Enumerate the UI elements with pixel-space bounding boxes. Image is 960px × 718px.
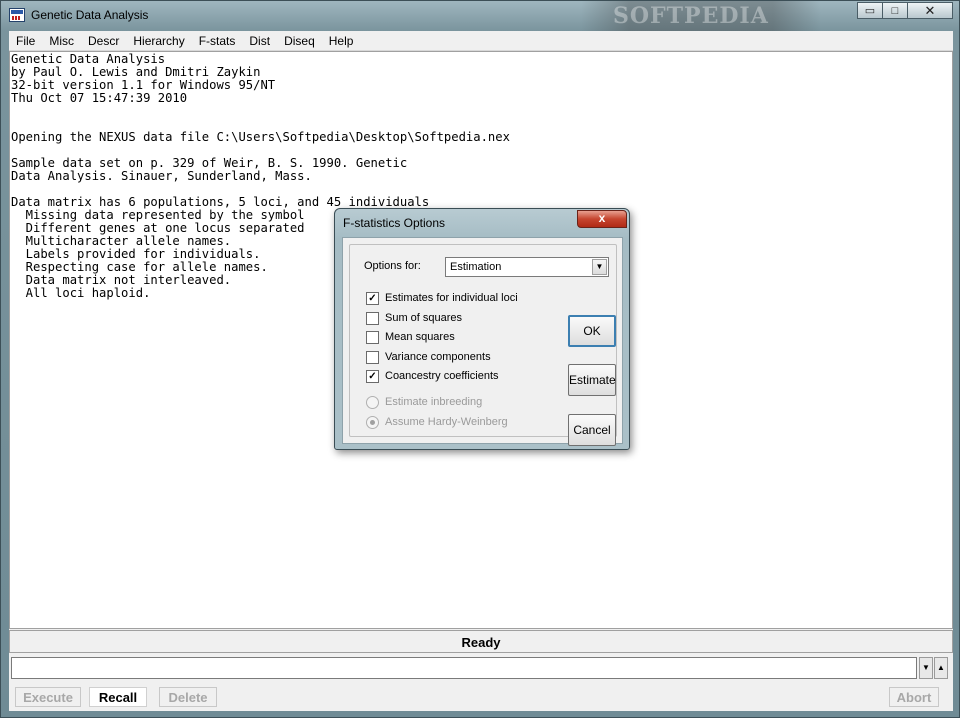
checkbox-estimates-individual-loci[interactable]: ✓ Estimates for individual loci: [366, 290, 518, 306]
chevron-down-icon: ▼: [922, 663, 930, 672]
checkbox-variance-components[interactable]: Variance components: [366, 349, 491, 365]
menu-file[interactable]: File: [9, 31, 42, 50]
chevron-down-icon[interactable]: ▼: [592, 259, 607, 275]
command-button-bar: Execute Recall Delete Abort: [9, 683, 953, 711]
window-title: Genetic Data Analysis: [31, 8, 149, 22]
checkbox[interactable]: [366, 350, 379, 364]
menu-fstats[interactable]: F-stats: [192, 31, 243, 50]
cancel-button[interactable]: Cancel: [568, 414, 616, 446]
close-icon: ✕: [924, 2, 936, 18]
close-button[interactable]: ✕: [907, 2, 953, 19]
checkbox[interactable]: ✓: [366, 369, 379, 383]
radio-label: Estimate inbreeding: [385, 396, 483, 408]
scroll-up-button[interactable]: ▲: [934, 657, 948, 679]
menu-dist[interactable]: Dist: [242, 31, 277, 50]
maximize-button[interactable]: □: [882, 2, 908, 19]
menu-hierarchy[interactable]: Hierarchy: [126, 31, 191, 50]
recall-button[interactable]: Recall: [89, 687, 147, 707]
options-for-value: Estimation: [450, 261, 502, 273]
caption-buttons: ▭ □ ✕: [857, 2, 953, 19]
checkbox[interactable]: ✓: [366, 291, 379, 305]
checkbox-label: Mean squares: [385, 331, 455, 343]
radio-estimate-inbreeding[interactable]: Estimate inbreeding: [366, 394, 482, 410]
checkbox-label: Coancestry coefficients: [385, 370, 499, 382]
checkbox-coancestry-coefficients[interactable]: ✓ Coancestry coefficients: [366, 368, 499, 384]
ok-button[interactable]: OK: [568, 315, 616, 347]
minimize-icon: ▭: [864, 5, 876, 17]
menu-diseq[interactable]: Diseq: [277, 31, 322, 50]
dialog-body: Options for: Estimation ▼ ✓ Estimates fo…: [342, 237, 623, 446]
dropdown-button[interactable]: ▼: [919, 657, 933, 679]
maximize-icon: □: [891, 4, 899, 17]
options-for-select[interactable]: Estimation ▼: [445, 257, 609, 277]
radio-assume-hardy-weinberg[interactable]: Assume Hardy-Weinberg: [366, 414, 508, 430]
status-text: Ready: [461, 635, 501, 650]
softpedia-watermark: SOFTPEDIA: [581, 1, 821, 31]
checkbox-label: Sum of squares: [385, 312, 463, 324]
delete-button[interactable]: Delete: [159, 687, 217, 707]
menu-descr[interactable]: Descr: [81, 31, 126, 50]
checkbox-label: Variance components: [385, 351, 491, 363]
checkbox[interactable]: [366, 311, 379, 325]
abort-button[interactable]: Abort: [889, 687, 939, 707]
fstats-options-dialog: F-statistics Options x Options for: Esti…: [334, 208, 630, 450]
dialog-title: F-statistics Options: [343, 216, 446, 230]
checkbox[interactable]: [366, 330, 379, 344]
close-icon: x: [598, 211, 606, 225]
radio-label: Assume Hardy-Weinberg: [385, 416, 508, 428]
menu-help[interactable]: Help: [322, 31, 361, 50]
status-bar: Ready: [9, 630, 953, 653]
options-for-label: Options for:: [364, 260, 421, 272]
title-bar[interactable]: Genetic Data Analysis SOFTPEDIA ▭ □ ✕: [1, 1, 959, 31]
chevron-up-icon: ▲: [937, 663, 945, 672]
app-icon[interactable]: [9, 8, 25, 22]
execute-button[interactable]: Execute: [15, 687, 81, 707]
menu-misc[interactable]: Misc: [42, 31, 81, 50]
estimate-button[interactable]: Estimate: [568, 364, 616, 396]
checkbox-mean-squares[interactable]: Mean squares: [366, 329, 455, 345]
command-input[interactable]: [11, 657, 917, 679]
checkbox-label: Estimates for individual loci: [385, 292, 518, 304]
menu-bar: File Misc Descr Hierarchy F-stats Dist D…: [9, 31, 953, 51]
checkbox-sum-of-squares[interactable]: Sum of squares: [366, 310, 462, 326]
radio-button[interactable]: [366, 395, 379, 409]
dialog-close-button[interactable]: x: [577, 210, 627, 228]
minimize-button[interactable]: ▭: [857, 2, 883, 19]
command-scroll: ▼ ▲: [919, 657, 949, 679]
options-group: Options for: Estimation ▼ ✓ Estimates fo…: [349, 244, 617, 446]
radio-button[interactable]: [366, 415, 379, 429]
